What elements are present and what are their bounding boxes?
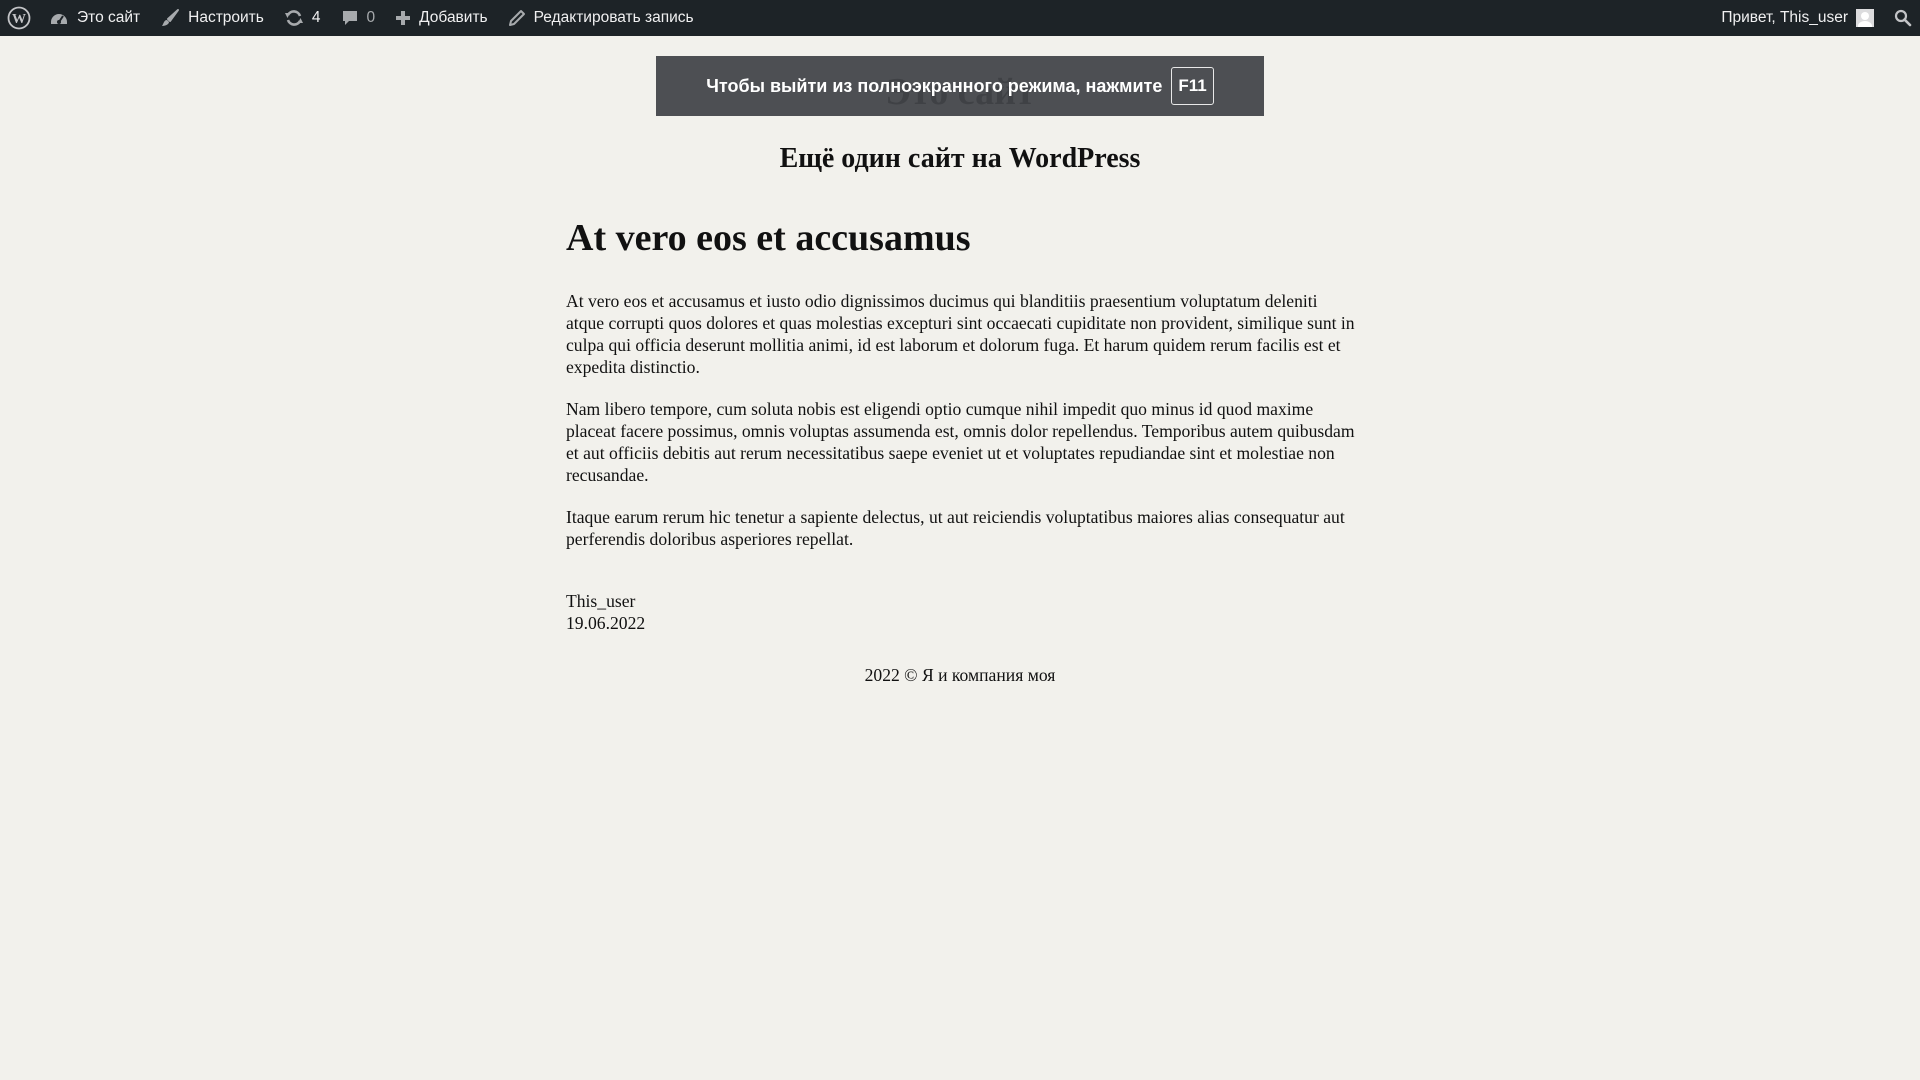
post-paragraph: Itaque earum rerum hic tenetur a sapient… — [566, 507, 1345, 549]
customize-label: Настроить — [188, 9, 264, 26]
admin-bar-right: Привет, This_user — [1711, 0, 1920, 36]
admin-bar: W Это сайт Настроить 4 0 Добавить Редакт… — [0, 0, 1920, 36]
updates-count: 4 — [311, 9, 321, 26]
greeting-label: Привет, This_user — [1721, 9, 1848, 26]
post-date: 19.06.2022 — [566, 613, 646, 633]
comments-count: 0 — [366, 9, 376, 26]
post-title: At vero eos et accusamus — [566, 217, 971, 259]
updates-button[interactable]: 4 — [274, 0, 331, 36]
fullscreen-notice: Чтобы выйти из полноэкранного режима, на… — [656, 56, 1264, 116]
comments-button[interactable]: 0 — [331, 0, 386, 36]
site-name-menu[interactable]: Это сайт — [39, 0, 150, 36]
search-button[interactable] — [1884, 0, 1920, 36]
site-name-label: Это сайт — [77, 9, 141, 26]
fullscreen-key-badge: F11 — [1171, 67, 1214, 105]
wordpress-menu[interactable]: W — [0, 0, 39, 36]
add-new-button[interactable]: Добавить — [385, 0, 498, 36]
post: At vero eos et accusamus At vero eos et … — [566, 210, 1356, 634]
updates-icon — [284, 10, 303, 26]
search-icon — [1894, 9, 1912, 27]
plus-icon — [396, 11, 411, 25]
svg-text:W: W — [12, 12, 26, 27]
site-description: Ещё один сайт на WordPress — [779, 143, 1141, 174]
brush-icon — [162, 9, 180, 26]
post-paragraph: At vero eos et accusamus et iusto odio d… — [566, 291, 1355, 377]
comment-icon — [342, 11, 357, 25]
admin-bar-left: W Это сайт Настроить 4 0 Добавить Редакт… — [0, 0, 704, 36]
wordpress-logo-icon: W — [7, 6, 31, 30]
post-paragraph: Nam libero tempore, cum soluta nobis est… — [566, 399, 1355, 485]
site-footer: 2022 © Я и компания моя — [864, 665, 1056, 685]
add-new-label: Добавить — [419, 9, 488, 26]
dashboard-icon — [51, 14, 67, 24]
pencil-icon — [508, 10, 525, 26]
edit-post-button[interactable]: Редактировать запись — [498, 0, 704, 36]
fullscreen-notice-text: Чтобы выйти из полноэкранного режима, на… — [706, 75, 1163, 96]
edit-post-label: Редактировать запись — [533, 9, 694, 26]
customize-button[interactable]: Настроить — [150, 0, 274, 36]
post-meta: This_user 19.06.2022 — [566, 590, 1356, 634]
my-account-menu[interactable]: Привет, This_user — [1711, 0, 1884, 36]
post-author: This_user — [566, 591, 636, 611]
avatar — [1856, 9, 1874, 27]
